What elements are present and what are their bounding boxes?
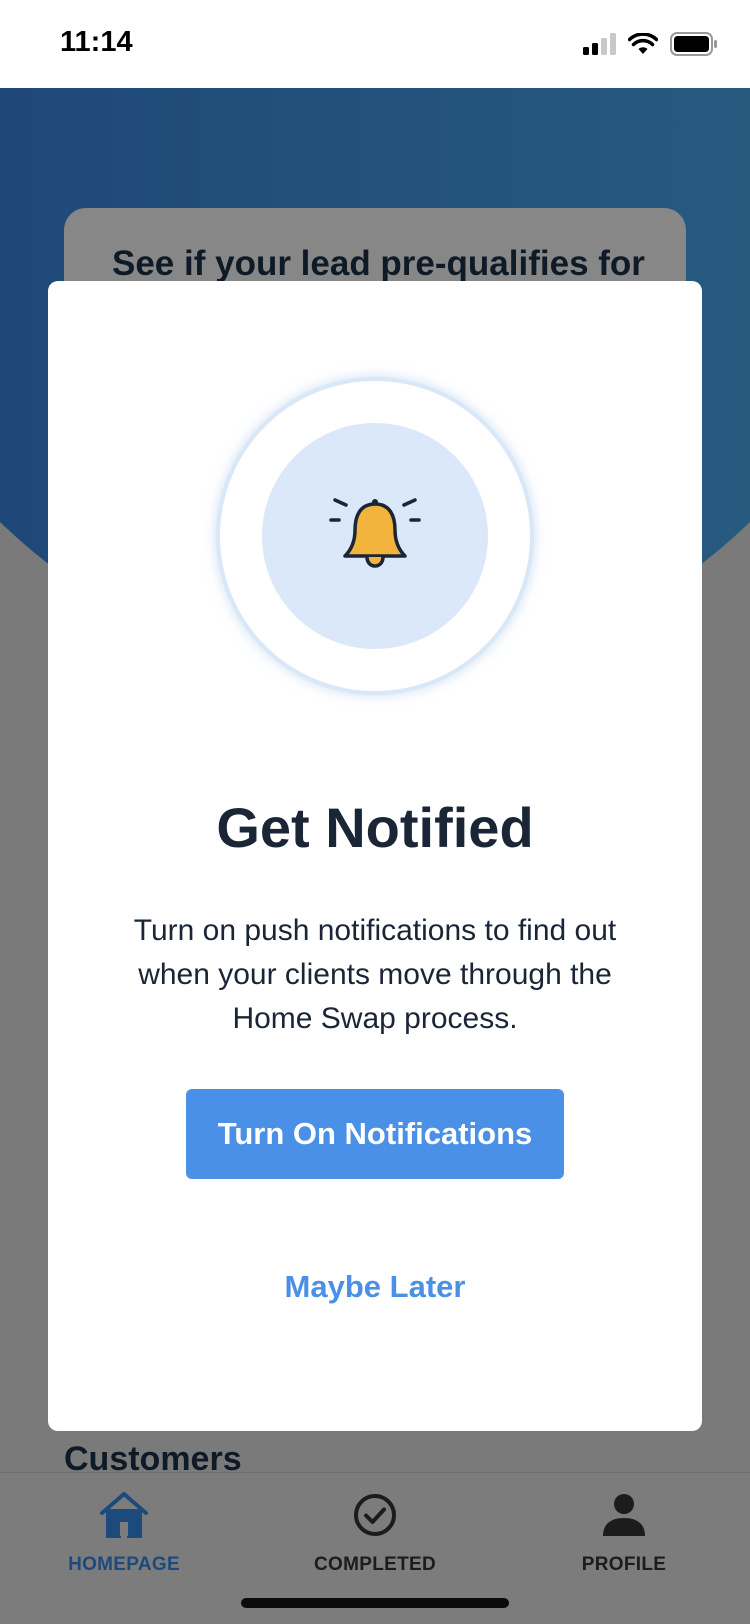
modal-description: Turn on push notifications to find out w…: [133, 914, 617, 1035]
tab-profile-label: PROFILE: [581, 1554, 667, 1575]
prequalify-card-title: See if your lead pre-qualifies for: [112, 244, 645, 283]
bell-icon-circle: [262, 423, 488, 649]
notification-modal: Get Notified Turn on push notifications …: [48, 281, 702, 1431]
check-circle-icon: [351, 1491, 399, 1544]
status-bar: 11:14: [0, 0, 750, 88]
bell-icon-ring: [216, 377, 534, 695]
person-icon: [600, 1491, 648, 1544]
status-icons: [582, 32, 718, 61]
wifi-icon: [627, 32, 659, 60]
tab-completed[interactable]: COMPLETED: [275, 1491, 475, 1576]
home-indicator[interactable]: [241, 1598, 509, 1608]
modal-title: Get Notified: [216, 796, 534, 859]
tab-homepage[interactable]: HOMEPAGE: [24, 1491, 224, 1576]
maybe-later-button[interactable]: Maybe Later: [48, 1269, 702, 1305]
tab-homepage-label: HOMEPAGE: [68, 1554, 180, 1575]
turn-on-notifications-button[interactable]: Turn On Notifications: [186, 1089, 564, 1179]
battery-icon: [670, 32, 718, 61]
status-time: 11:14: [60, 26, 133, 58]
home-icon: [98, 1491, 150, 1544]
cellular-signal-icon: [582, 33, 616, 60]
tab-profile[interactable]: PROFILE: [524, 1491, 724, 1576]
bell-icon: [325, 494, 425, 579]
tab-completed-label: COMPLETED: [314, 1554, 436, 1575]
